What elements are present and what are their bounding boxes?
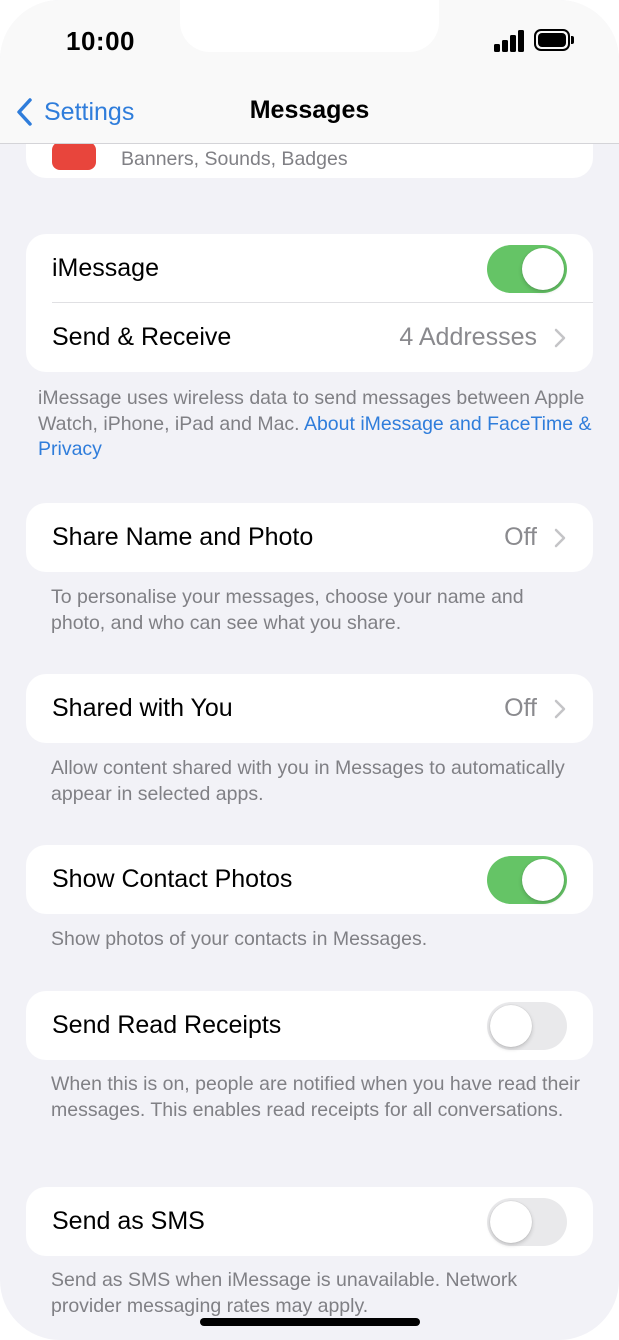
notch [180,0,439,52]
contact-photos-footer: Show photos of your contacts in Messages… [51,928,428,950]
shared-with-you-value: Off [504,694,537,722]
imessage-toggle[interactable] [487,244,567,293]
send-receive-value: 4 Addresses [399,323,537,351]
battery-icon [534,29,574,51]
page-title: Messages [249,96,370,124]
share-name-value: Off [504,523,537,551]
share-name-row[interactable]: Share Name and Photo Off [26,503,593,572]
phone-screen: 10:00 Settings Messages Banners, Sounds,… [0,0,619,1340]
read-receipts-footer: When this is on, people are notified whe… [51,1073,580,1121]
share-name-footer: To personalise your messages, choose you… [51,586,524,634]
contact-photos-label: Show Contact Photos [52,865,293,893]
send-sms-row: Send as SMS [26,1187,593,1256]
read-receipts-label: Send Read Receipts [52,1011,282,1039]
shared-with-you-label: Shared with You [52,694,233,722]
home-indicator[interactable] [200,1318,420,1326]
contact-photos-toggle[interactable] [487,855,567,904]
contact-photos-row: Show Contact Photos [26,845,593,914]
notifications-subtitle: Banners, Sounds, Badges [121,148,348,170]
chevron-right-icon [554,699,566,718]
shared-with-you-row[interactable]: Shared with You Off [26,674,593,743]
notifications-app-icon [52,144,96,170]
send-sms-footer: Send as SMS when iMessage is unavailable… [51,1269,518,1317]
read-receipts-row: Send Read Receipts [26,991,593,1060]
shared-with-you-group: Shared with You Off [26,674,593,743]
send-receive-row[interactable]: Send & Receive 4 Addresses [26,303,593,372]
send-sms-toggle[interactable] [487,1197,567,1246]
share-name-label: Share Name and Photo [52,523,314,551]
status-time: 10:00 [66,26,135,56]
send-sms-group: Send as SMS [26,1187,593,1256]
read-receipts-group: Send Read Receipts [26,991,593,1060]
chevron-right-icon [554,528,566,547]
imessage-row: iMessage [26,234,593,303]
navigation-bar: Settings Messages [0,82,619,144]
chevron-right-icon [554,328,566,347]
notifications-row[interactable]: Banners, Sounds, Badges [26,144,593,178]
cellular-signal-icon [494,30,526,52]
imessage-group: iMessage Send & Receive 4 Addresses [26,234,593,372]
status-bar: 10:00 [0,0,619,82]
shared-with-you-footer: Allow content shared with you in Message… [51,757,565,805]
share-name-group: Share Name and Photo Off [26,503,593,572]
settings-list[interactable]: Banners, Sounds, Badges iMessage Send & … [0,144,619,1340]
read-receipts-toggle[interactable] [487,1001,567,1050]
send-receive-label: Send & Receive [52,323,232,351]
contact-photos-group: Show Contact Photos [26,845,593,914]
imessage-label: iMessage [52,254,159,282]
send-sms-label: Send as SMS [52,1207,205,1235]
imessage-footer: iMessage uses wireless data to send mess… [38,386,593,463]
